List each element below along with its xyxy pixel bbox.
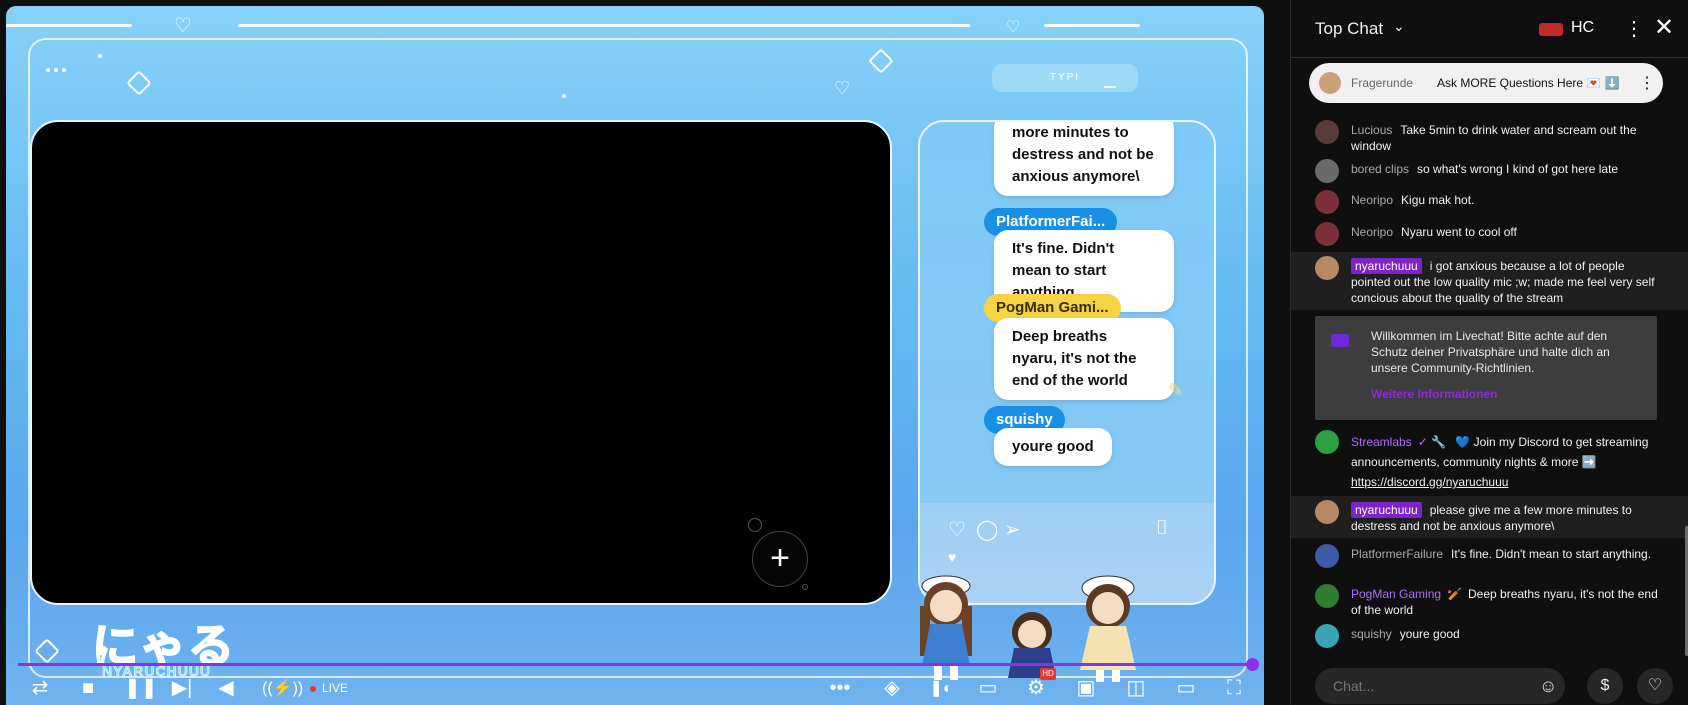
chat-mode-title[interactable]: Top Chat bbox=[1315, 19, 1383, 39]
live-chat: Top Chat ⌄ HC ⋮ ✕ Fragerunde Ask MORE Qu… bbox=[1290, 0, 1688, 705]
avatar bbox=[1315, 500, 1339, 524]
avatar bbox=[1315, 222, 1339, 246]
message-text: Nyaru went to cool off bbox=[1401, 225, 1517, 239]
close-icon[interactable]: ✕ bbox=[1654, 13, 1674, 42]
youtube-icon bbox=[1331, 334, 1349, 347]
next-icon[interactable]: ▶| bbox=[170, 672, 194, 705]
avatar bbox=[1315, 544, 1339, 568]
avatar bbox=[1315, 190, 1339, 214]
pause-icon[interactable]: ❚❚ bbox=[124, 672, 158, 705]
message-author[interactable]: PogMan Gaming bbox=[1351, 587, 1441, 601]
avatar bbox=[1315, 430, 1339, 454]
more-icon[interactable]: ••• bbox=[826, 672, 854, 705]
chevron-down-icon[interactable]: ⌄ bbox=[1393, 18, 1405, 35]
loop-icon[interactable]: ⇄ bbox=[28, 672, 52, 705]
author-badges: 🏏 bbox=[1447, 587, 1462, 601]
miniplayer-icon[interactable]: ▣ bbox=[1072, 672, 1100, 705]
chibi-characters bbox=[920, 575, 1136, 682]
message-author[interactable]: Neoripo bbox=[1351, 193, 1393, 207]
message-text: youre good bbox=[1399, 627, 1460, 641]
picture-in-picture-icon[interactable]: ◫ bbox=[1122, 672, 1150, 705]
add-button[interactable]: + bbox=[752, 531, 808, 587]
hd-badge: HD bbox=[1040, 668, 1056, 680]
volume-icon[interactable]: ◀ bbox=[214, 672, 238, 705]
message-author[interactable]: Lucious bbox=[1351, 123, 1392, 137]
notice-more-link[interactable]: Weitere Informationen bbox=[1371, 386, 1497, 402]
fullscreen-icon[interactable]: ⛶ bbox=[1220, 672, 1248, 705]
heart-icon: ♥ bbox=[948, 549, 957, 565]
overlay-bubble: more minutes to destress and not be anxi… bbox=[994, 122, 1174, 196]
stop-icon[interactable]: ■ bbox=[76, 672, 100, 705]
progress-bar[interactable] bbox=[18, 663, 1254, 666]
avatar bbox=[1319, 72, 1341, 94]
overlay-bubble: youre good bbox=[994, 428, 1112, 466]
theater-mode-icon[interactable]: ▭ bbox=[1172, 672, 1200, 705]
owner-author-badge[interactable]: nyaruchuuu bbox=[1351, 258, 1422, 274]
pinned-author: Fragerunde bbox=[1351, 76, 1414, 90]
player-controls: ⇄ ■ ❚❚ ▶| ◀ ((⚡)) LIVE ••• ◈ ❚◐ ▭ ⚙ HD ▣… bbox=[0, 668, 1290, 705]
overlay-bubble: Deep breaths nyaru, it's not the end of … bbox=[994, 318, 1174, 400]
sponsor-shield-icon[interactable]: ◈ bbox=[878, 672, 906, 705]
mini-ambient-icon[interactable]: ((⚡)) bbox=[262, 672, 303, 705]
chibi-right bbox=[1080, 575, 1136, 682]
owner-author-badge[interactable]: nyaruchuuu bbox=[1351, 502, 1422, 518]
pinned-menu-icon[interactable]: ⋮ bbox=[1639, 73, 1655, 93]
stream-overlay-scene: ♡ ♡ ♡ + TYPI more minutes to destress an… bbox=[6, 6, 1264, 705]
feather-icon: ✎ bbox=[1168, 380, 1184, 400]
send-icon: ➢ bbox=[1004, 519, 1021, 541]
live-indicator[interactable]: LIVE bbox=[310, 672, 370, 705]
message-text: Take 5min to drink water and scream out … bbox=[1351, 123, 1637, 153]
chat-menu-icon[interactable]: ⋮ bbox=[1624, 16, 1644, 41]
pinned-text: Ask MORE Questions Here 💌 ⬇️ bbox=[1437, 76, 1620, 90]
discord-link[interactable]: https://discord.gg/nyaruchuuu bbox=[1351, 475, 1508, 489]
emoji-icon[interactable]: ☺ bbox=[1539, 676, 1557, 697]
message-text: Kigu mak hot. bbox=[1401, 193, 1475, 207]
live-dot bbox=[310, 685, 316, 692]
progress-scrubber[interactable] bbox=[1246, 658, 1259, 671]
live-label: LIVE bbox=[322, 681, 349, 695]
avatar bbox=[1315, 120, 1339, 144]
message-author[interactable]: squishy bbox=[1351, 627, 1392, 641]
heart-icon: ♡ bbox=[1006, 19, 1021, 36]
decor-line bbox=[238, 24, 970, 27]
message-author[interactable]: Neoripo bbox=[1351, 225, 1393, 239]
decor-line bbox=[1044, 24, 1140, 27]
avatar bbox=[1315, 256, 1339, 280]
message-text: It's fine. Didn't mean to start anything… bbox=[1451, 547, 1652, 561]
overlay-tag: TYPI bbox=[992, 64, 1138, 92]
pinned-message[interactable]: Fragerunde Ask MORE Questions Here 💌 ⬇️ … bbox=[1309, 63, 1663, 103]
decor-ring bbox=[802, 584, 808, 590]
camera-placeholder bbox=[30, 120, 892, 605]
chat-welcome-notice: Willkommen im Livechat! Bitte achte auf … bbox=[1315, 316, 1657, 420]
chat-header: Top Chat ⌄ HC ⋮ ✕ bbox=[1291, 0, 1688, 58]
message-author[interactable]: Streamlabs bbox=[1351, 435, 1412, 449]
message-author[interactable]: PlatformerFailure bbox=[1351, 547, 1443, 561]
avatar bbox=[1315, 624, 1339, 648]
video-player-area[interactable]: ♡ ♡ ♡ + TYPI more minutes to destress an… bbox=[0, 0, 1290, 705]
heart-icon: ♡ bbox=[174, 15, 192, 37]
message-author[interactable]: bored clips bbox=[1351, 162, 1409, 176]
notice-text: Willkommen im Livechat! Bitte achte auf … bbox=[1371, 329, 1610, 375]
comment-icon: ◯ bbox=[976, 519, 999, 541]
overlay-chat-panel: more minutes to destress and not be anxi… bbox=[918, 120, 1216, 605]
heart-icon[interactable]: ♡ bbox=[1637, 668, 1673, 704]
autoplay-toggle[interactable]: ❚◐ bbox=[924, 672, 958, 705]
chat-input[interactable] bbox=[1333, 676, 1513, 696]
super-chat-icon[interactable]: $ bbox=[1587, 668, 1623, 704]
message-text: so what's wrong I kind of got here late bbox=[1417, 162, 1619, 176]
author-badges: ✓ 🔧 bbox=[1417, 435, 1447, 449]
decor-ring bbox=[748, 518, 762, 532]
bookmark-icon: ⌷ bbox=[1156, 517, 1168, 539]
heart-icon: ♡ bbox=[948, 519, 966, 541]
hc-flag-icon bbox=[1539, 23, 1563, 36]
subtitles-icon[interactable]: ▭ bbox=[974, 672, 1002, 705]
decor-line bbox=[6, 24, 132, 27]
hc-label[interactable]: HC bbox=[1571, 19, 1594, 37]
avatar bbox=[1315, 584, 1339, 608]
avatar bbox=[1315, 159, 1339, 183]
